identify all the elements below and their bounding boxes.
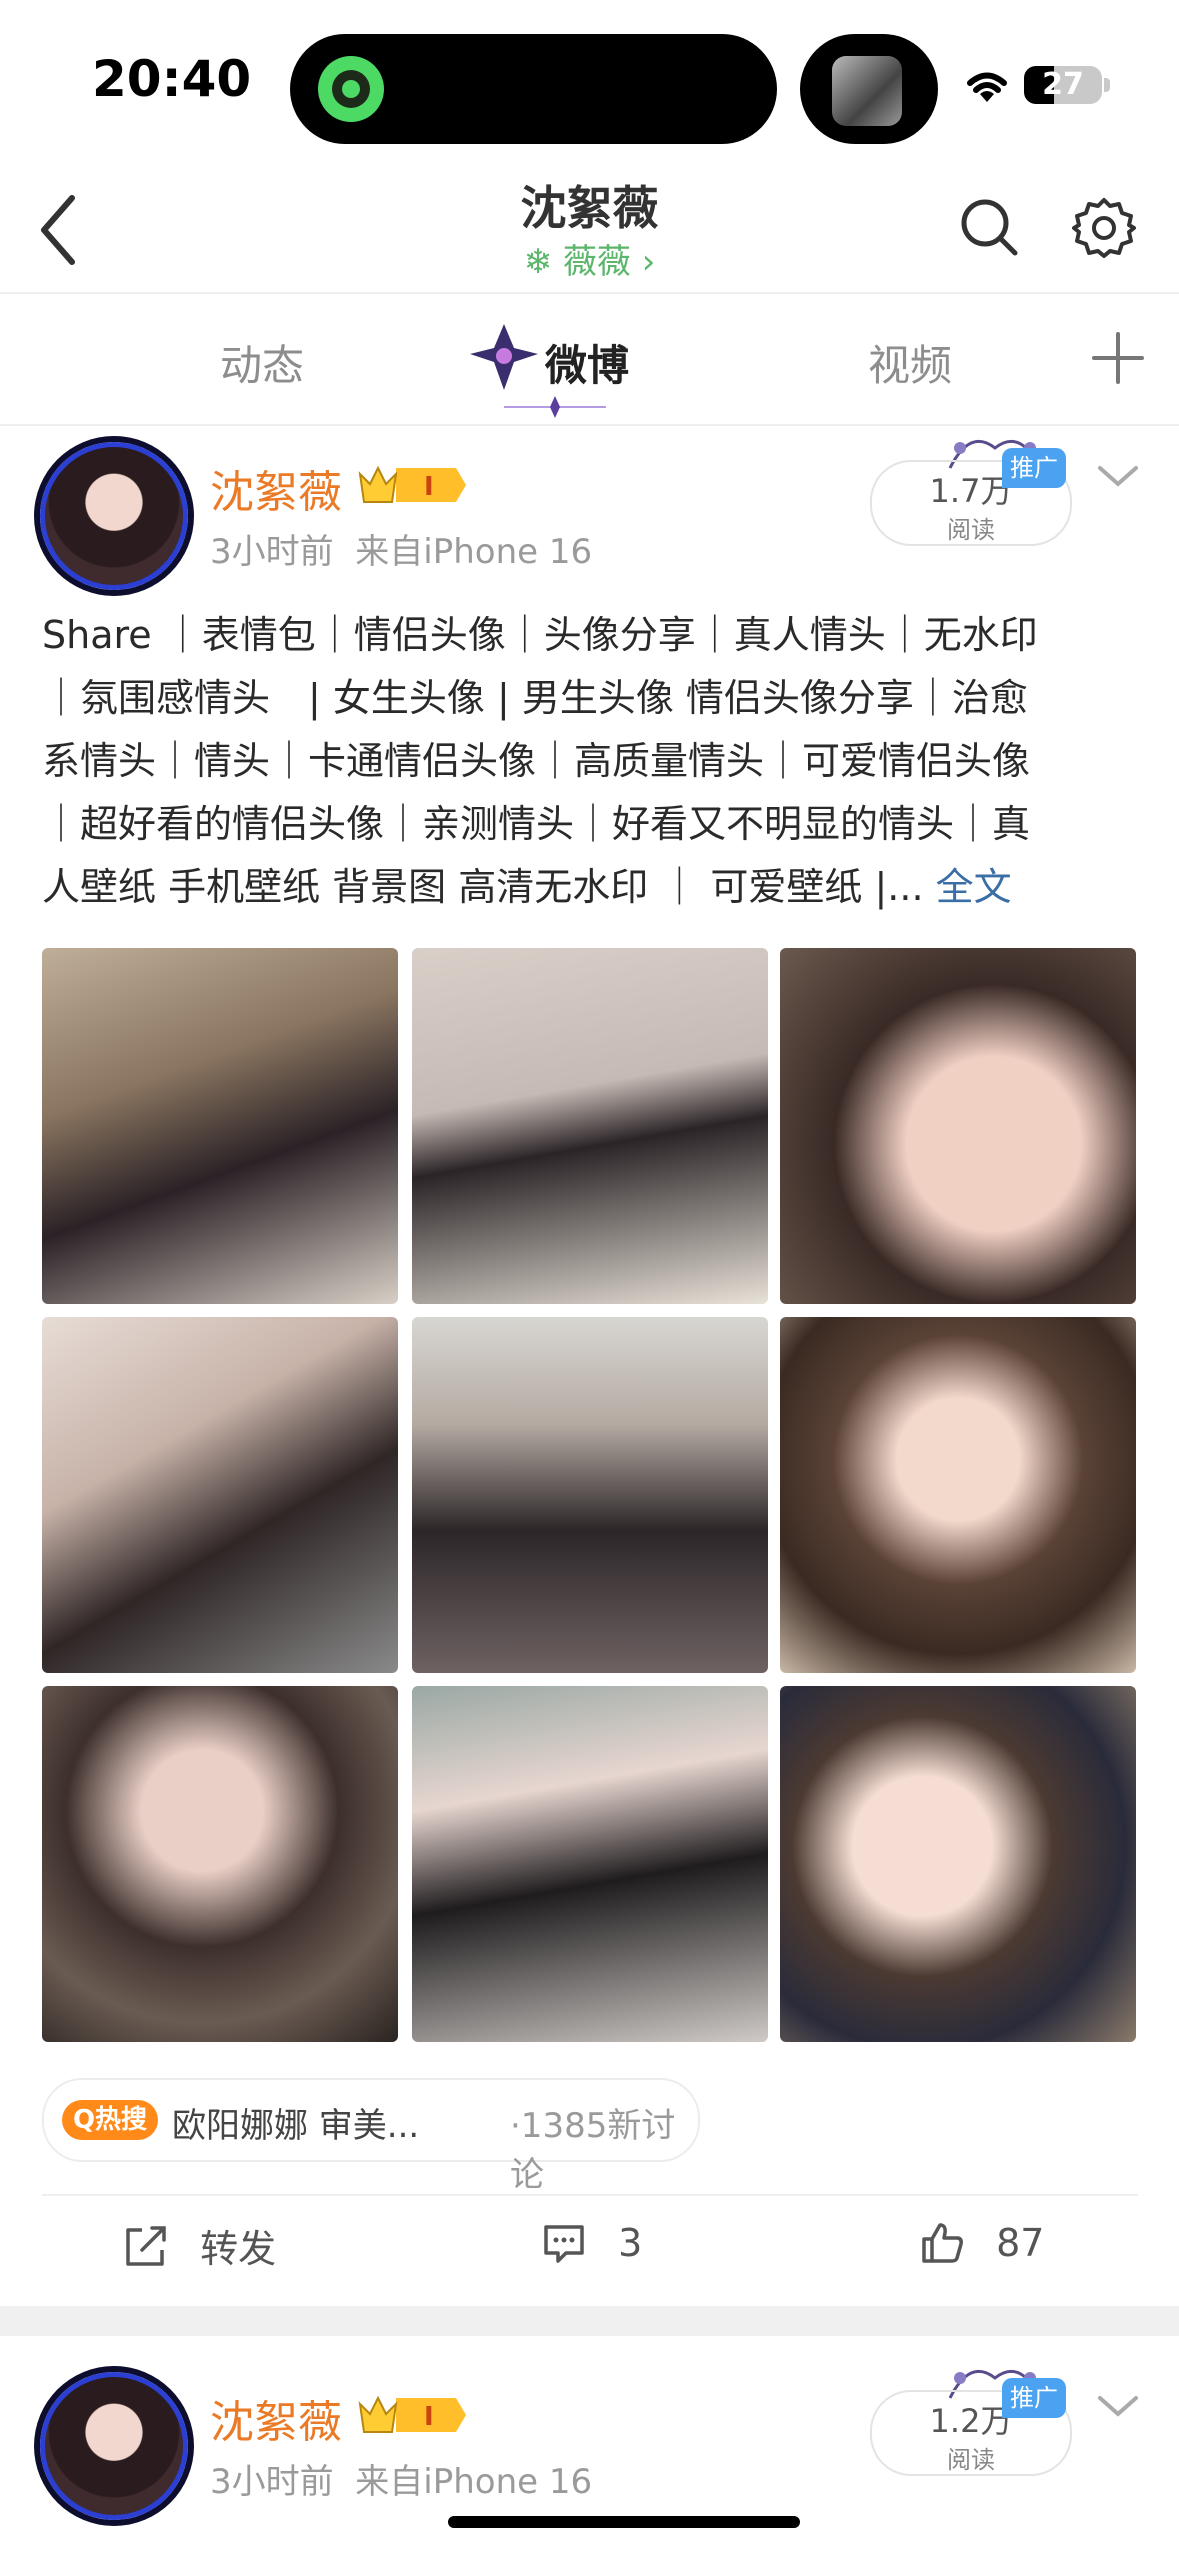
- promo-badge: 推广: [1002, 2378, 1066, 2418]
- tab-weibo[interactable]: 微博: [545, 332, 629, 393]
- vip-level: I: [424, 472, 434, 502]
- add-tab-icon[interactable]: [1092, 332, 1144, 384]
- photo-6[interactable]: [780, 1317, 1136, 1673]
- wifi-icon: [967, 72, 1007, 102]
- nav-divider: [0, 292, 1179, 294]
- battery-level: 27: [1042, 67, 1084, 102]
- post-text-line: 系情头｜情头｜卡通情侣头像｜高质量情头｜可爱情侣头像: [42, 739, 1031, 783]
- photo-8[interactable]: [412, 1686, 768, 2042]
- chevron-down-icon[interactable]: [1096, 462, 1140, 490]
- post-text: Share ｜表情包｜情侣头像｜头像分享｜真人情头｜无水印 ｜氛围感情头 | 女…: [42, 604, 1142, 919]
- search-icon[interactable]: [958, 196, 1020, 258]
- feed-separator: [0, 2306, 1179, 2336]
- post-text-line: ｜超好看的情侣头像｜亲测情头｜好看又不明显的情头｜真: [42, 802, 1031, 846]
- post-text-line: 人壁纸 手机壁纸 背景图 高清无水印 ｜ 可爱壁纸 |...: [42, 865, 924, 909]
- like-button[interactable]: 87: [918, 2218, 1044, 2267]
- snowflake-icon: ❄: [523, 242, 563, 282]
- photo-9[interactable]: [780, 1686, 1136, 2042]
- photo-7[interactable]: [42, 1686, 398, 2042]
- vip-badge-icon[interactable]: I: [356, 462, 468, 508]
- promo-badge: 推广: [1002, 448, 1066, 488]
- status-time: 20:40: [92, 50, 252, 108]
- read-label: 阅读: [947, 2446, 995, 2474]
- battery-tip: [1104, 78, 1110, 92]
- post-text-line: ｜氛围感情头 | 女生头像 | 男生头像 情侣头像分享｜治愈: [42, 676, 1028, 720]
- post-text-line: Share ｜表情包｜情侣头像｜头像分享｜真人情头｜无水印: [42, 613, 1038, 657]
- hot-search-count: ·1385新讨论: [510, 2106, 676, 2195]
- repost-label: 转发: [200, 2227, 277, 2271]
- post-source: 来自iPhone 16: [355, 2462, 593, 2502]
- dynamic-island: [290, 34, 777, 144]
- full-text-link[interactable]: 全文: [936, 865, 1012, 909]
- live-activity-icon: [318, 56, 384, 122]
- avatar[interactable]: [40, 2372, 188, 2520]
- post-time: 3小时前 来自iPhone 16: [210, 2462, 593, 2502]
- action-divider: [42, 2194, 1138, 2196]
- thumbs-up-icon: [922, 2222, 963, 2263]
- avatar[interactable]: [40, 442, 188, 590]
- photo-1[interactable]: [42, 948, 398, 1304]
- battery-icon: 27: [1024, 66, 1102, 104]
- weibo-tab-decoration-icon: [468, 320, 540, 396]
- repost-icon: [126, 2225, 166, 2266]
- post-source: 来自iPhone 16: [355, 532, 593, 572]
- gear-icon[interactable]: [1072, 196, 1136, 260]
- tab-active-indicator: [504, 396, 606, 418]
- post-time: 3小时前 来自iPhone 16: [210, 532, 593, 572]
- hot-search-pill[interactable]: Q热搜 欧阳娜娜 审美... ·1385新讨论: [42, 2078, 700, 2195]
- photo-5[interactable]: [412, 1317, 768, 1673]
- post-username[interactable]: 沈絮薇: [210, 2386, 342, 2450]
- repost-button[interactable]: 转发: [122, 2218, 276, 2273]
- now-playing-island: [800, 34, 938, 144]
- home-indicator[interactable]: [448, 2516, 800, 2528]
- comment-button[interactable]: 3: [540, 2218, 642, 2267]
- comment-count: 3: [618, 2220, 643, 2265]
- like-count: 87: [996, 2220, 1045, 2265]
- chevron-down-icon[interactable]: [1096, 2392, 1140, 2420]
- tab-dynamic[interactable]: 动态: [220, 332, 304, 393]
- hot-search-badge: Q热搜: [62, 2100, 158, 2140]
- post-username[interactable]: 沈絮薇: [210, 456, 342, 520]
- hot-search-topic: 欧阳娜娜 审美...: [172, 2106, 420, 2146]
- photo-2[interactable]: [412, 948, 768, 1304]
- photo-3[interactable]: [780, 948, 1136, 1304]
- tab-video[interactable]: 视频: [868, 332, 952, 393]
- vip-level: I: [424, 2402, 434, 2432]
- comment-icon: [544, 2224, 584, 2263]
- read-label: 阅读: [947, 516, 995, 544]
- vip-badge-icon[interactable]: I: [356, 2392, 468, 2438]
- album-art-icon: [832, 56, 902, 126]
- photo-4[interactable]: [42, 1317, 398, 1673]
